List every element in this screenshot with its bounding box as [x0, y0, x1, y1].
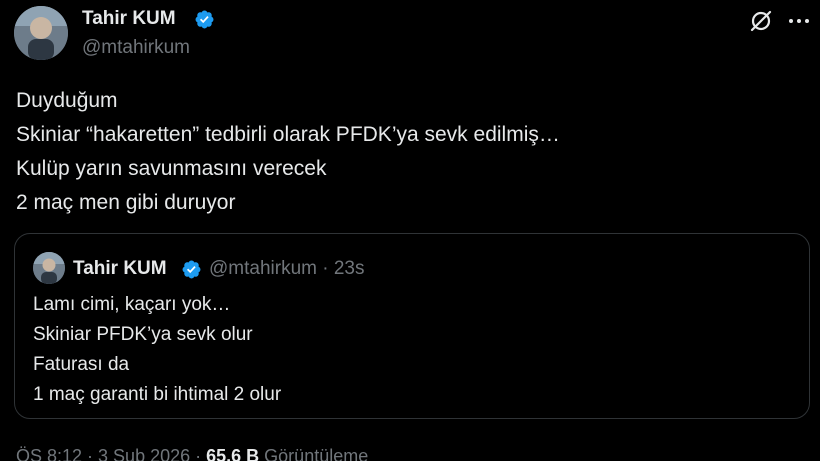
more-icon[interactable] — [786, 8, 812, 34]
quoted-line: Lamı cimi, kaçarı yok… — [33, 294, 231, 315]
quoted-meta: @mtahirkum · 23s — [209, 258, 365, 279]
author-display-name[interactable]: Tahir KUM — [82, 7, 176, 31]
author-handle[interactable]: @mtahirkum — [82, 36, 190, 60]
tweet-line: Duyduğum — [16, 89, 118, 112]
quoted-tweet-card[interactable]: Tahir KUM @mtahirkum · 23s Lamı cimi, ka… — [14, 233, 810, 419]
tweet-footer: ÖS 8:12 · 3 Şub 2026 · 65,6 B Görüntülem… — [16, 444, 368, 461]
quoted-line: Skiniar PFDK’ya sevk olur — [33, 324, 253, 345]
quoted-text: Lamı cimi, kaçarı yok… Skiniar PFDK’ya s… — [33, 290, 281, 410]
tweet-text: Duyduğum Skiniar “hakaretten” tedbirli o… — [16, 84, 806, 220]
author-avatar[interactable] — [14, 6, 68, 60]
views-label: Görüntüleme — [259, 446, 369, 461]
tweet-line: Skiniar “hakaretten” tedbirli olarak PFD… — [16, 123, 560, 146]
tweet-line: 2 maç men gibi duruyor — [16, 191, 236, 214]
views-count: 65,6 B — [206, 446, 260, 461]
verified-badge-icon — [182, 260, 201, 279]
quoted-author-avatar — [33, 252, 65, 284]
tweet-line: Kulüp yarın savunmasını verecek — [16, 157, 327, 180]
verified-badge-icon — [195, 10, 214, 29]
quoted-line: Faturası da — [33, 354, 130, 375]
quoted-line: 1 maç garanti bi ihtimal 2 olur — [33, 384, 282, 405]
tweet-detail: Tahir KUM @mtahirkum Duyduğum Skiniar “h… — [0, 0, 820, 461]
grok-icon[interactable] — [748, 8, 774, 34]
tweet-header: Tahir KUM @mtahirkum — [0, 0, 820, 70]
tweet-timestamp[interactable]: ÖS 8:12 · 3 Şub 2026 · — [16, 446, 206, 461]
quoted-author-name: Tahir KUM — [73, 258, 167, 279]
